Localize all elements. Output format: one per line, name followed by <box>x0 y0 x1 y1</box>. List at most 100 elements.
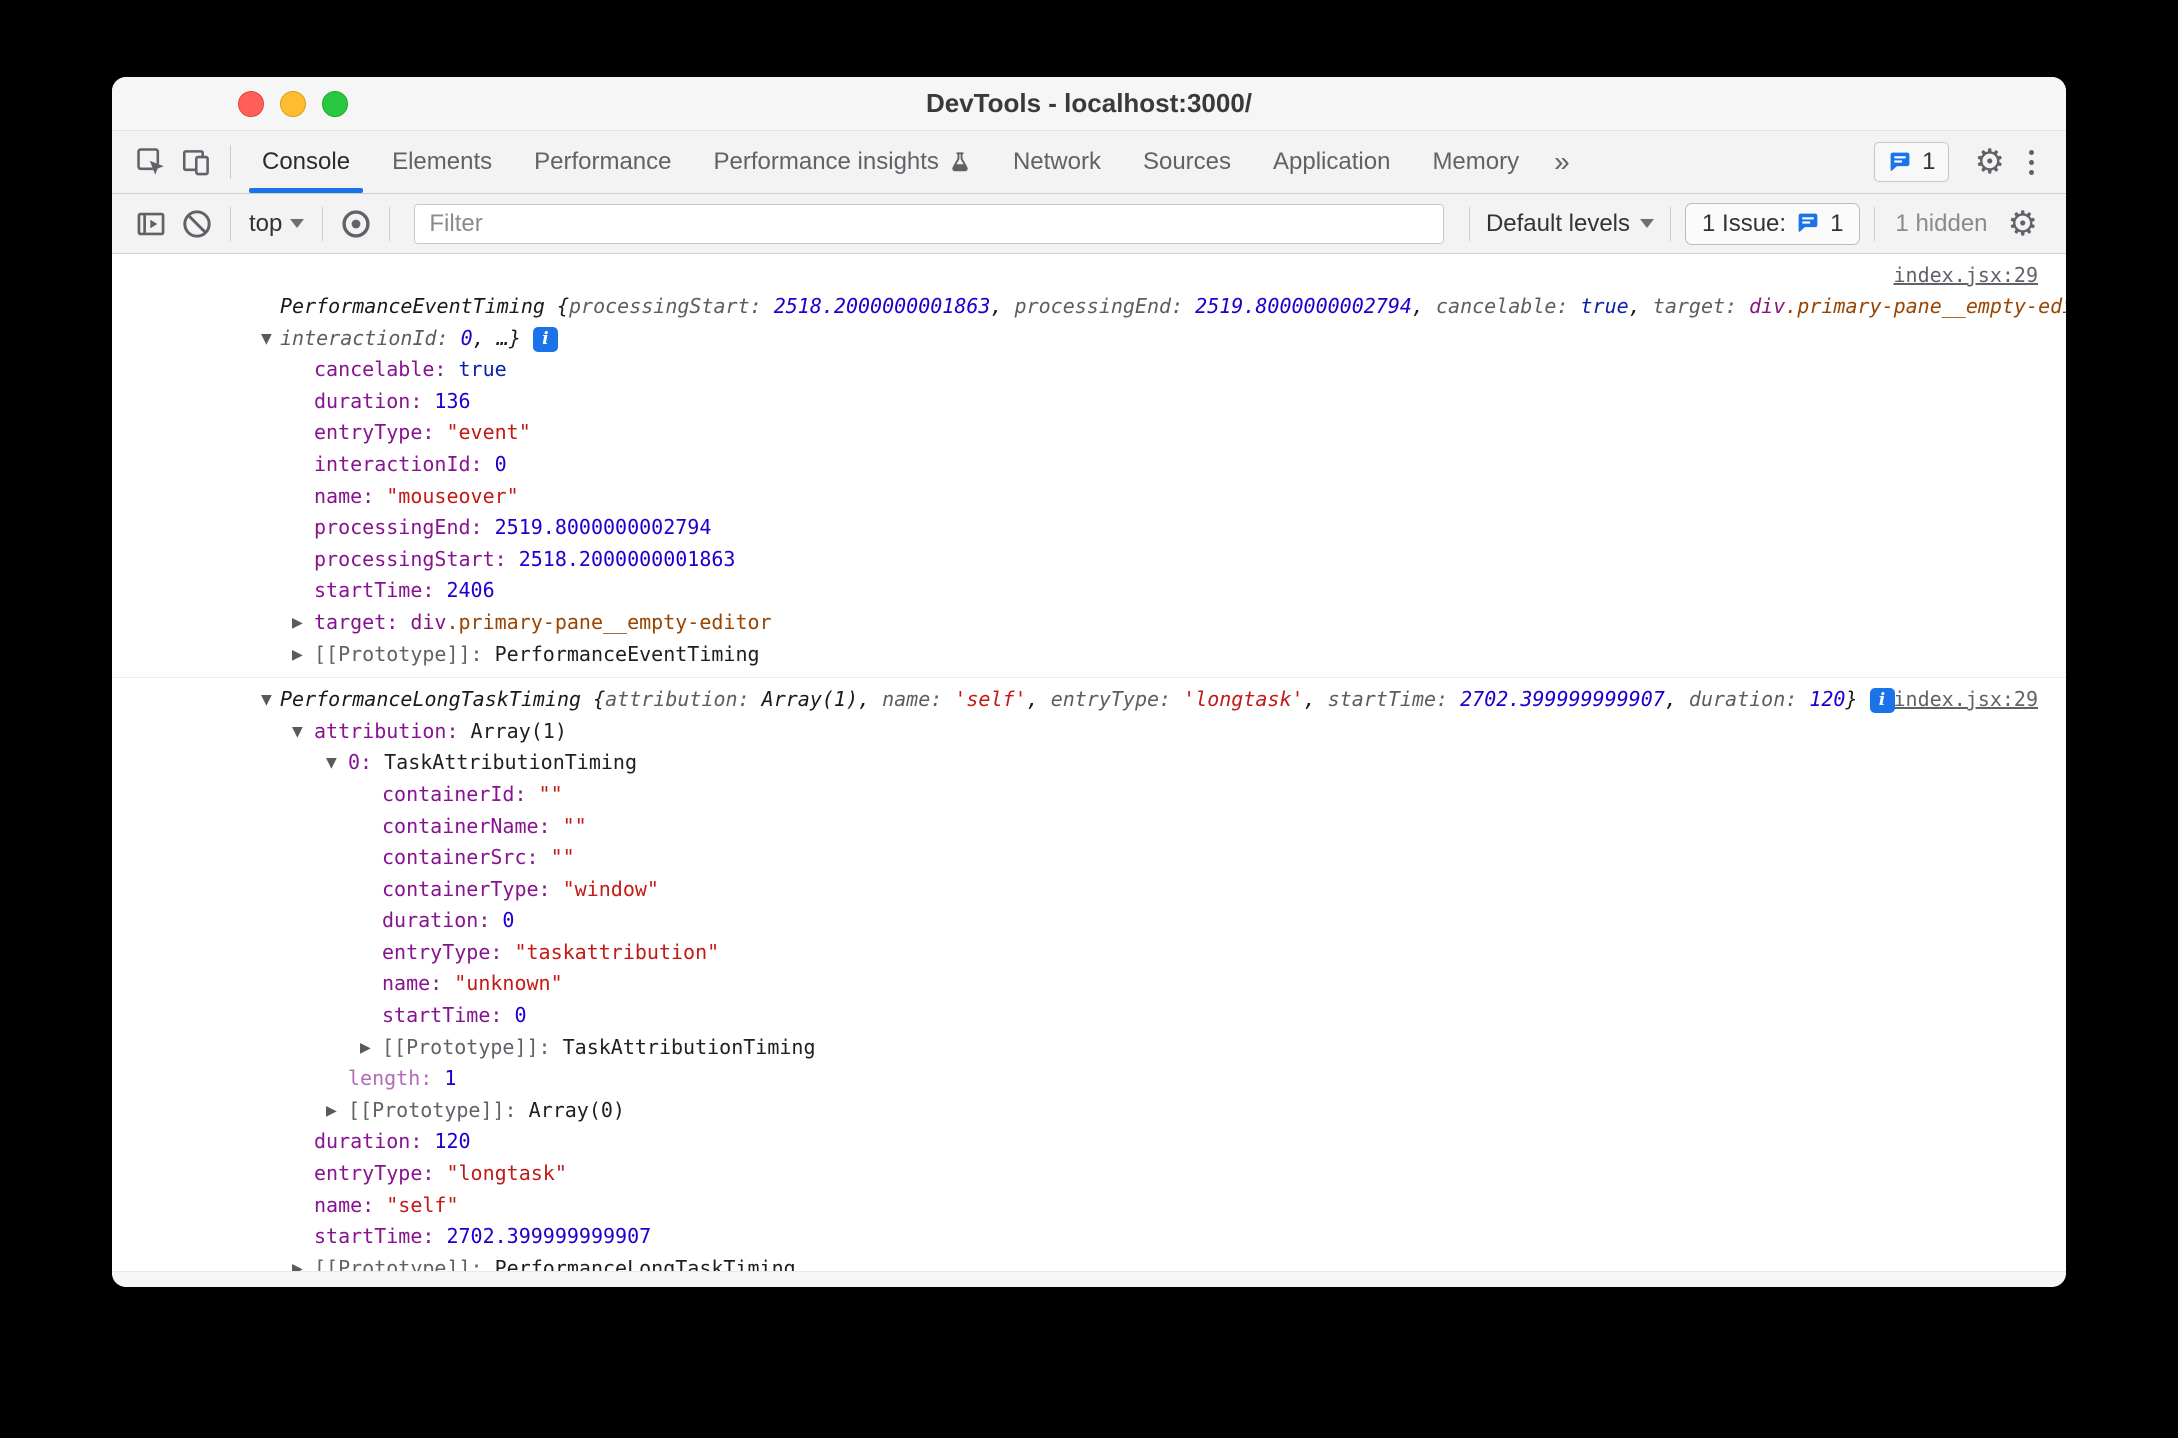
window-title: DevTools - localhost:3000/ <box>926 88 1252 119</box>
console-token: "self" <box>386 1193 458 1217</box>
log-levels-dropdown[interactable]: Default levels <box>1480 210 1660 238</box>
tree-row: containerId: "" <box>112 779 2038 811</box>
show-console-sidebar-icon[interactable] <box>128 202 174 246</box>
collapse-arrow-icon[interactable]: ▼ <box>292 717 303 749</box>
tree-row: duration: 120 <box>112 1126 2038 1158</box>
divider <box>322 207 323 241</box>
tab-sources[interactable]: Sources <box>1122 131 1252 193</box>
console-token: "" <box>539 782 563 806</box>
tab-elements[interactable]: Elements <box>371 131 513 193</box>
console-token: duration: <box>382 908 502 932</box>
levels-label: Default levels <box>1486 210 1630 238</box>
source-link[interactable]: index.jsx:29 <box>1894 684 2039 716</box>
clear-console-icon[interactable] <box>174 202 220 246</box>
console-token: div <box>410 610 446 634</box>
tab-console[interactable]: Console <box>241 131 371 193</box>
tree-row: index.jsx:29 ▼ PerformanceLongTaskTiming {… <box>112 684 2038 716</box>
source-link[interactable]: index.jsx:29 <box>1894 263 2039 287</box>
collapse-arrow-icon[interactable]: ▼ <box>261 324 272 356</box>
expand-arrow-icon[interactable]: ▶ <box>292 608 303 640</box>
create-live-expression-icon[interactable] <box>333 202 379 246</box>
console-token: 2702.399999999907 <box>446 1224 651 1248</box>
console-token: PerformanceLongTaskTiming <box>280 687 593 711</box>
tree-row: name: "self" <box>112 1190 2038 1222</box>
console-token: duration: <box>1689 687 1809 711</box>
minimize-window-button[interactable] <box>280 91 306 117</box>
collapse-arrow-icon[interactable]: ▼ <box>326 748 337 780</box>
console-token: 0 <box>514 1003 526 1027</box>
tab-performance-insights[interactable]: Performance insights <box>693 131 992 193</box>
issues-label: 1 Issue: <box>1702 210 1786 238</box>
issues-counter-button[interactable]: 1 <box>1874 142 1948 182</box>
console-token: } <box>509 326 521 350</box>
tree-row: interactionId: 0 <box>112 449 2038 481</box>
tab-performance[interactable]: Performance <box>513 131 692 193</box>
zoom-window-button[interactable] <box>322 91 348 117</box>
tree-row: cancelable: true <box>112 354 2038 386</box>
desktop-background: DevTools - localhost:3000/ Console <box>0 0 2178 1438</box>
divider <box>389 207 390 241</box>
tree-row: name: "unknown" <box>112 968 2038 1000</box>
console-token: "event" <box>446 420 530 444</box>
inspect-element-icon[interactable] <box>128 140 174 184</box>
console-settings-gear-icon[interactable]: ⚙ <box>1998 207 2048 241</box>
customize-menu-icon[interactable] <box>2015 150 2048 175</box>
console-token: startTime: <box>314 1224 446 1248</box>
info-icon[interactable]: i <box>533 327 558 352</box>
tree-row: containerSrc: "" <box>112 842 2038 874</box>
tab-network[interactable]: Network <box>992 131 1122 193</box>
close-window-button[interactable] <box>238 91 264 117</box>
console-token: [[Prototype]]: <box>314 642 495 666</box>
console-token: name: <box>314 1193 386 1217</box>
console-log: index.jsx:29PerformanceEventTiming {proc… <box>112 254 2066 1271</box>
console-token: , <box>858 687 882 711</box>
console-token: 2406 <box>446 578 494 602</box>
console-token: processingEnd: <box>1015 294 1196 318</box>
tree-row: processingStart: 2518.2000000001863 <box>112 544 2038 576</box>
divider <box>230 207 231 241</box>
console-token: div <box>1749 294 1785 318</box>
expand-arrow-icon[interactable]: ▶ <box>292 1254 303 1271</box>
console-token: name: <box>882 687 954 711</box>
console-token: true <box>459 357 507 381</box>
console-token: target: <box>314 610 410 634</box>
tree-row: startTime: 0 <box>112 1000 2038 1032</box>
tab-application[interactable]: Application <box>1252 131 1411 193</box>
expand-arrow-icon[interactable]: ▶ <box>360 1033 371 1065</box>
console-token: 'longtask' <box>1183 687 1303 711</box>
issues-button[interactable]: 1 Issue: 1 <box>1685 203 1860 245</box>
expand-arrow-icon[interactable]: ▶ <box>326 1096 337 1128</box>
console-token: , <box>990 294 1014 318</box>
divider <box>1670 207 1671 241</box>
console-token: containerName: <box>382 814 563 838</box>
console-token: PerformanceLongTaskTiming <box>495 1256 796 1271</box>
console-token: "" <box>551 845 575 869</box>
expand-arrow-icon[interactable]: ▶ <box>292 640 303 672</box>
console-token: } <box>1845 687 1857 711</box>
settings-gear-icon[interactable]: ⚙ <box>1965 145 2015 179</box>
tree-row: containerType: "window" <box>112 874 2038 906</box>
title-bar: DevTools - localhost:3000/ <box>112 77 2066 131</box>
divider <box>1469 207 1470 241</box>
info-icon[interactable]: i <box>1870 688 1895 713</box>
console-token: startTime: <box>314 578 446 602</box>
tab-memory[interactable]: Memory <box>1411 131 1540 193</box>
console-token: , <box>473 326 497 350</box>
console-token: true <box>1581 294 1629 318</box>
divider <box>1874 207 1875 241</box>
toggle-device-toolbar-icon[interactable] <box>174 140 220 184</box>
filter-input[interactable] <box>414 204 1444 244</box>
console-token: [[Prototype]]: <box>314 1256 495 1271</box>
source-link-row: index.jsx:29 <box>112 260 2038 291</box>
console-token: Array(1) <box>762 687 858 711</box>
more-tabs-button[interactable]: » <box>1540 146 1584 178</box>
tree-row: processingEnd: 2519.8000000002794 <box>112 512 2038 544</box>
console-token: entryType: <box>1051 687 1183 711</box>
console-token: { <box>593 687 605 711</box>
collapse-arrow-icon[interactable]: ▼ <box>261 685 272 717</box>
tree-row: ▼attribution: Array(1) <box>112 716 2038 748</box>
divider <box>230 145 231 179</box>
console-token: entryType: <box>314 1161 446 1185</box>
execution-context-selector[interactable]: top <box>241 210 312 238</box>
console-token: { <box>557 294 569 318</box>
